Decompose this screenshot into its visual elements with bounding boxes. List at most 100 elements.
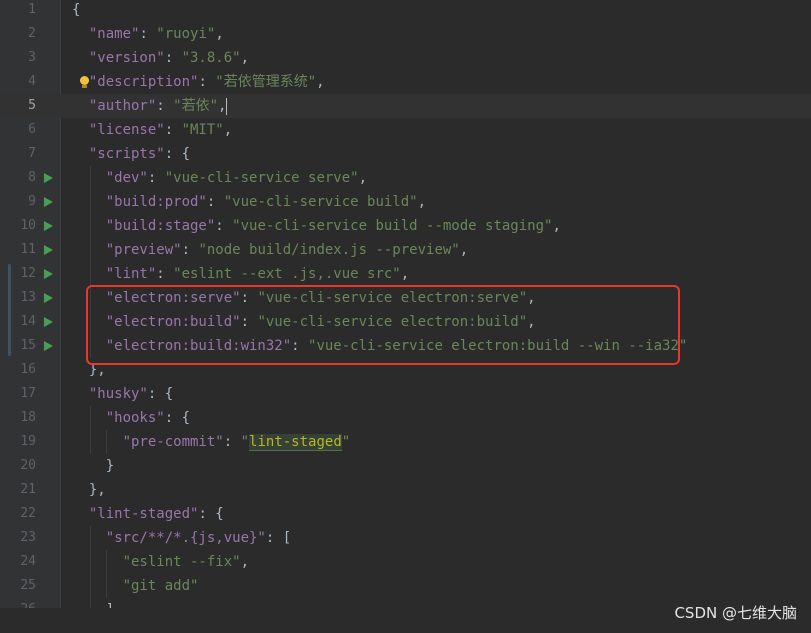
- code-line[interactable]: 2 "name": "ruoyi",: [0, 22, 811, 46]
- json-punctuation: ,: [459, 242, 469, 258]
- json-string: "eslint --ext .js,.vue src": [173, 266, 401, 282]
- code-text: "husky": {: [72, 382, 173, 406]
- line-number: 7: [28, 146, 36, 161]
- json-key: "src/**/*.{js,vue}": [105, 530, 266, 546]
- code-line[interactable]: 6 "license": "MIT",: [0, 118, 811, 142]
- code-text: "src/**/*.{js,vue}": [: [72, 526, 291, 550]
- code-line[interactable]: 23 "src/**/*.{js,vue}": [: [0, 526, 811, 550]
- json-punctuation: [72, 506, 89, 522]
- json-punctuation: :: [206, 194, 224, 210]
- code-line[interactable]: 10 "build:stage": "vue-cli-service build…: [0, 214, 811, 238]
- json-punctuation: [72, 122, 89, 138]
- run-script-icon[interactable]: [44, 221, 53, 231]
- json-string: "git add": [122, 578, 199, 594]
- annotation-highlight-box: [86, 285, 680, 365]
- line-number: 11: [20, 242, 36, 257]
- run-script-icon[interactable]: [44, 269, 53, 279]
- code-line[interactable]: 11 "preview": "node build/index.js --pre…: [0, 238, 811, 262]
- json-punctuation: ,: [215, 26, 224, 42]
- code-line[interactable]: 12 "lint": "eslint --ext .js,.vue src",: [0, 262, 811, 286]
- code-line[interactable]: 20 }: [0, 454, 811, 478]
- run-script-icon[interactable]: [44, 317, 53, 327]
- json-punctuation: [72, 242, 106, 258]
- json-string: "MIT": [181, 122, 224, 138]
- json-string: "node build/index.js --preview": [198, 242, 460, 258]
- json-punctuation: [72, 218, 106, 234]
- code-line[interactable]: 19 "pre-commit": "lint-staged": [0, 430, 811, 454]
- code-text: "license": "MIT",: [72, 118, 232, 142]
- json-string: "若依": [173, 98, 219, 114]
- code-line[interactable]: 21 },: [0, 478, 811, 502]
- json-string: "vue-cli-service build": [223, 194, 418, 210]
- code-text: "preview": "node build/index.js --previe…: [72, 238, 468, 262]
- json-punctuation: ,: [316, 74, 325, 90]
- code-line[interactable]: 5 "author": "若依",: [0, 94, 811, 118]
- code-line[interactable]: 24 "eslint --fix",: [0, 550, 811, 574]
- line-number: 10: [20, 218, 36, 233]
- json-key: "lint": [105, 266, 157, 282]
- line-number: 16: [20, 362, 36, 377]
- json-key: "scripts": [88, 146, 165, 162]
- code-line[interactable]: 17 "husky": {: [0, 382, 811, 406]
- json-string: lint-staged: [249, 434, 342, 451]
- json-punctuation: :: [156, 98, 174, 114]
- code-text: "name": "ruoyi",: [72, 22, 224, 46]
- code-line[interactable]: 22 "lint-staged": {: [0, 502, 811, 526]
- json-punctuation: : {: [147, 386, 174, 402]
- json-string: "vue-cli-service build --mode staging": [232, 218, 553, 234]
- code-text: },: [72, 478, 106, 502]
- json-punctuation: ,: [400, 266, 410, 282]
- line-number: 2: [28, 26, 36, 41]
- json-punctuation: :: [139, 26, 157, 42]
- code-line[interactable]: 7 "scripts": {: [0, 142, 811, 166]
- json-punctuation: ,: [358, 170, 368, 186]
- json-punctuation: ,: [218, 98, 227, 114]
- json-punctuation: : {: [164, 146, 191, 162]
- line-number: 9: [28, 194, 36, 209]
- code-editor[interactable]: 1{2 "name": "ruoyi", 3 "version": "3.8.6"…: [0, 0, 811, 633]
- run-script-icon[interactable]: [44, 341, 53, 351]
- run-script-icon[interactable]: [44, 245, 53, 255]
- code-text: "version": "3.8.6",: [72, 46, 249, 70]
- json-punctuation: [72, 578, 123, 594]
- json-punctuation: :: [223, 434, 241, 450]
- json-string: ": [240, 434, 250, 450]
- json-key: "husky": [88, 386, 148, 402]
- code-text: {: [72, 0, 80, 22]
- code-line[interactable]: 25 "git add": [0, 574, 811, 598]
- line-number: 13: [20, 290, 36, 305]
- code-text: "build:prod": "vue-cli-service build",: [72, 190, 426, 214]
- run-script-icon[interactable]: [44, 173, 53, 183]
- json-punctuation: :: [147, 170, 165, 186]
- json-key: "license": [88, 122, 165, 138]
- json-punctuation: [72, 434, 123, 450]
- code-line[interactable]: 9 "build:prod": "vue-cli-service build",: [0, 190, 811, 214]
- code-text: "lint": "eslint --ext .js,.vue src",: [72, 262, 409, 286]
- line-number: 4: [28, 74, 36, 89]
- json-punctuation: },: [72, 482, 106, 498]
- json-punctuation: :: [215, 218, 233, 234]
- line-number: 3: [28, 50, 36, 65]
- code-line[interactable]: 8 "dev": "vue-cli-service serve",: [0, 166, 811, 190]
- json-punctuation: [72, 74, 89, 90]
- code-text: "dev": "vue-cli-service serve",: [72, 166, 367, 190]
- line-number: 21: [20, 482, 36, 497]
- line-number: 5: [28, 98, 36, 113]
- line-number: 1: [28, 2, 36, 17]
- run-script-icon[interactable]: [44, 293, 53, 303]
- watermark-text: CSDN @七维大脑: [674, 604, 797, 622]
- json-key: "preview": [105, 242, 182, 258]
- json-string: ": [341, 434, 351, 450]
- json-punctuation: ,: [417, 194, 427, 210]
- code-line[interactable]: 1{: [0, 0, 811, 22]
- json-punctuation: }: [72, 458, 115, 474]
- code-line[interactable]: 3 "version": "3.8.6",: [0, 46, 811, 70]
- run-script-icon[interactable]: [44, 197, 53, 207]
- code-line[interactable]: 4 "description": "若依管理系统",: [0, 70, 811, 94]
- code-text: }: [72, 454, 114, 478]
- json-punctuation: {: [72, 2, 81, 18]
- json-key: "version": [88, 50, 165, 66]
- line-number: 18: [20, 410, 36, 425]
- code-text: "lint-staged": {: [72, 502, 224, 526]
- code-line[interactable]: 18 "hooks": {: [0, 406, 811, 430]
